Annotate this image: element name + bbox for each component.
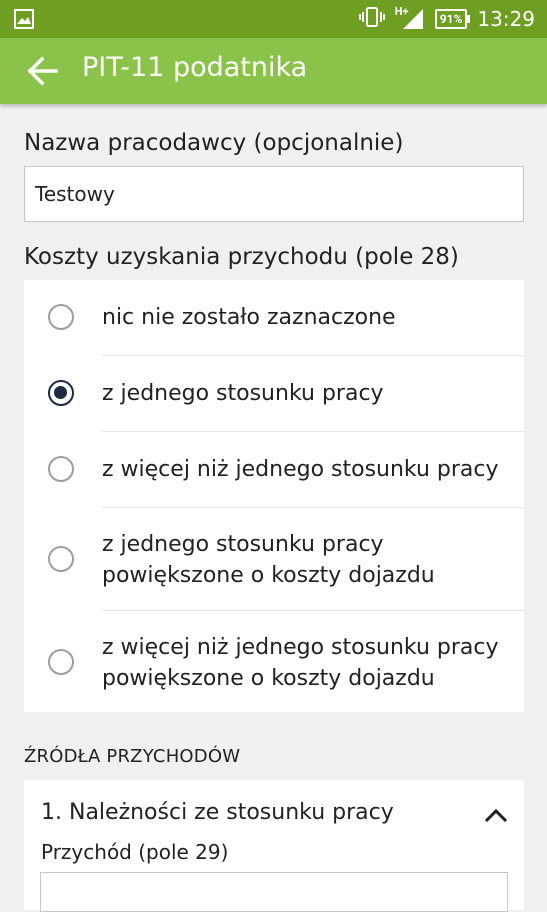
- option-label: nic nie zostało zaznaczone: [102, 305, 396, 330]
- app-bar: PIT-11 podatnika: [0, 38, 547, 104]
- option-label-line1: z więcej niż jednego stosunku pracy: [102, 635, 499, 660]
- radio-button[interactable]: [48, 304, 74, 330]
- option-label-line2: powiększone o koszty dojazdu: [102, 563, 435, 588]
- radio-option-multiple-jobs-commute[interactable]: z więcej niż jednego stosunku pracy powi…: [24, 611, 524, 712]
- back-arrow-icon[interactable]: [22, 51, 62, 91]
- status-time: 13:29: [477, 7, 535, 31]
- radio-button-selected[interactable]: [48, 380, 74, 406]
- income-source-title[interactable]: 1. Należności ze stosunku pracy: [41, 800, 394, 825]
- employer-name-input[interactable]: Testowy: [24, 166, 524, 222]
- income-input[interactable]: [40, 872, 508, 912]
- radio-button[interactable]: [48, 649, 74, 675]
- status-bar: H+ 91% 13:29: [0, 0, 547, 38]
- radio-option-none[interactable]: nic nie zostało zaznaczone: [24, 280, 524, 355]
- radio-button[interactable]: [48, 456, 74, 482]
- option-label-line2: powiększone o koszty dojazdu: [102, 666, 435, 691]
- costs-label: Koszty uzyskania przychodu (pole 28): [24, 244, 459, 270]
- radio-option-one-job-commute[interactable]: z jednego stosunku pracy powiększone o k…: [24, 508, 524, 610]
- signal-icon: H+: [395, 5, 425, 31]
- option-label: z więcej niż jednego stosunku pracy: [102, 457, 499, 482]
- option-label-line1: z jednego stosunku pracy: [102, 532, 384, 557]
- battery-indicator: 91%: [434, 9, 470, 29]
- costs-radio-group: nic nie zostało zaznaczone z jednego sto…: [24, 280, 524, 712]
- radio-button[interactable]: [48, 546, 74, 572]
- section-header-sources: ŹRÓDŁA PRZYCHODÓW: [24, 746, 241, 767]
- vibrate-icon: [358, 7, 385, 31]
- income-source-card: 1. Należności ze stosunku pracy Przychód…: [24, 780, 524, 912]
- chevron-up-icon[interactable]: [482, 802, 510, 830]
- income-label: Przychód (pole 29): [41, 840, 229, 864]
- employer-label: Nazwa pracodawcy (opcjonalnie): [24, 130, 404, 156]
- page-title: PIT-11 podatnika: [82, 52, 308, 83]
- option-label: z jednego stosunku pracy: [102, 381, 384, 406]
- radio-option-one-job[interactable]: z jednego stosunku pracy: [24, 356, 524, 431]
- radio-option-multiple-jobs[interactable]: z więcej niż jednego stosunku pracy: [24, 432, 524, 507]
- image-notification-icon: [14, 9, 34, 33]
